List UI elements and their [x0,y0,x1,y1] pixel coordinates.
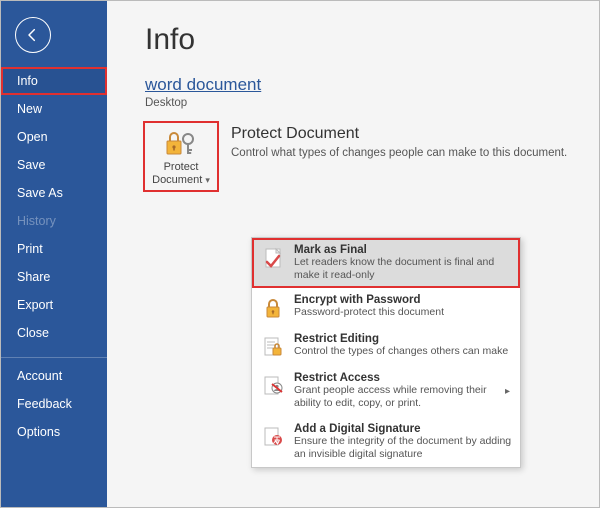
sidebar-item-account[interactable]: Account [1,362,107,390]
back-button[interactable] [15,17,51,53]
menu-item-desc: Ensure the integrity of the document by … [294,435,512,461]
menu-item-desc: Let readers know the document is final a… [294,256,512,282]
sidebar-item-options[interactable]: Options [1,418,107,446]
menu-item-title: Add a Digital Signature [294,423,512,435]
sidebar-item-share[interactable]: Share [1,263,107,291]
page-title: Info [145,23,599,57]
menu-item-title: Mark as Final [294,244,512,256]
menu-item-icon [260,424,286,450]
menu-item-icon [260,245,286,271]
menu-item-mark-as-final[interactable]: Mark as FinalLet readers know the docume… [252,238,520,288]
arrow-left-icon [25,27,41,43]
protect-document-menu: Mark as FinalLet readers know the docume… [251,237,521,468]
lock-key-icon [164,129,198,159]
protect-heading: Protect Document [231,125,567,143]
menu-item-icon [260,373,286,399]
menu-item-title: Restrict Editing [294,333,512,345]
sidebar-item-info[interactable]: Info [1,67,107,95]
chevron-down-icon: ▾ [205,175,210,185]
document-location: Desktop [145,97,599,109]
menu-item-title: Encrypt with Password [294,294,512,306]
sidebar-item-open[interactable]: Open [1,123,107,151]
menu-item-icon [260,295,286,321]
sidebar-item-new[interactable]: New [1,95,107,123]
menu-item-restrict-access[interactable]: Restrict AccessGrant people access while… [252,366,520,416]
protect-description: Control what types of changes people can… [231,147,567,159]
protect-button-label: Protect Document [152,161,202,186]
chevron-right-icon: ▸ [503,386,512,397]
sidebar-item-feedback[interactable]: Feedback [1,390,107,418]
menu-item-encrypt-with-password[interactable]: Encrypt with PasswordPassword-protect th… [252,288,520,327]
document-title-link[interactable]: word document [145,75,599,95]
sidebar-item-export[interactable]: Export [1,291,107,319]
menu-item-title: Restrict Access [294,372,495,384]
menu-item-desc: Grant people access while removing their… [294,384,495,410]
menu-item-add-a-digital-signature[interactable]: Add a Digital SignatureEnsure the integr… [252,417,520,467]
main-panel: Info word document Desktop [107,1,599,507]
menu-item-icon [260,334,286,360]
sidebar-item-close[interactable]: Close [1,319,107,347]
sidebar-item-history: History [1,207,107,235]
menu-item-desc: Control the types of changes others can … [294,345,512,358]
backstage-sidebar: InfoNewOpenSaveSave AsHistoryPrintShareE… [1,1,107,507]
menu-item-restrict-editing[interactable]: Restrict EditingControl the types of cha… [252,327,520,366]
sidebar-item-save[interactable]: Save [1,151,107,179]
protect-document-button[interactable]: Protect Document ▾ [145,123,217,190]
sidebar-item-print[interactable]: Print [1,235,107,263]
sidebar-item-save-as[interactable]: Save As [1,179,107,207]
menu-item-desc: Password-protect this document [294,306,512,319]
sidebar-separator [1,357,107,358]
